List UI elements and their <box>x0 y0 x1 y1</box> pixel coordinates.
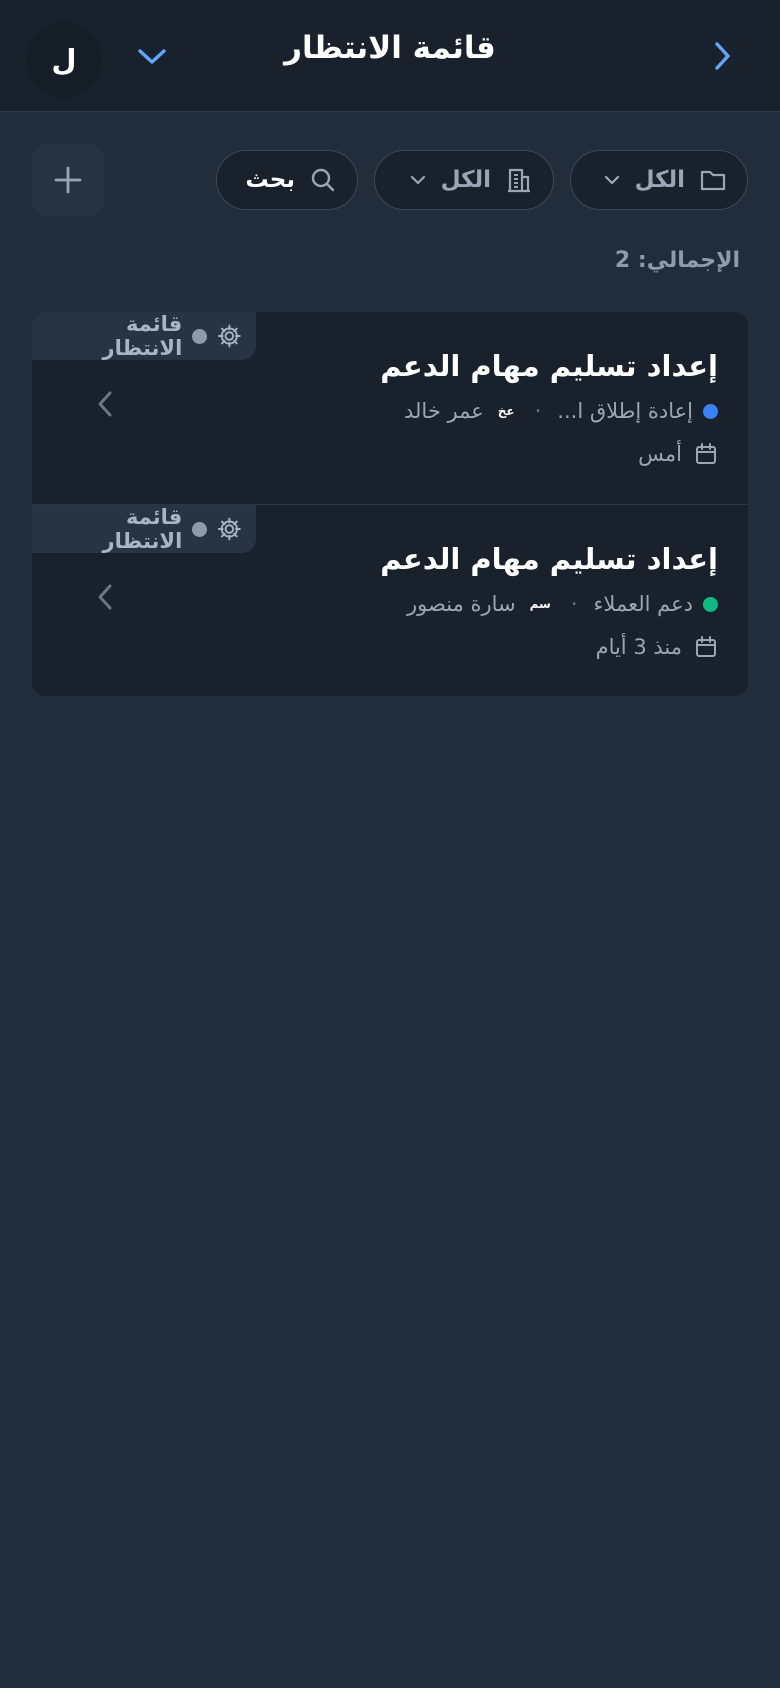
date-label: منذ 3 أيام <box>595 635 682 659</box>
gear-icon[interactable] <box>217 323 242 349</box>
gear-icon[interactable] <box>217 516 242 542</box>
building-icon <box>508 168 530 193</box>
chevron-down-icon <box>138 49 166 64</box>
status-dot <box>192 328 208 344</box>
project-name: إعادة إطلاق ا... <box>557 399 693 423</box>
task-meta: إعادة إطلاق ا... · عخ عمر خالد <box>404 399 718 423</box>
app-header: قائمة الانتظار ل <box>0 0 780 112</box>
task-list: قائمة الانتظار إعداد تسليم مهام الدعم إع… <box>32 312 748 696</box>
search-icon <box>311 168 335 192</box>
task-title: إعداد تسليم مهام الدعم <box>380 542 718 576</box>
building-filter-label: الكل <box>440 167 491 193</box>
folder-filter[interactable]: الكل <box>570 150 748 210</box>
status-badge: قائمة الانتظار <box>32 312 256 360</box>
date-label: أمس <box>638 442 682 466</box>
status-label: قائمة الانتظار <box>102 505 183 553</box>
folder-filter-label: الكل <box>634 167 685 193</box>
building-filter[interactable]: الكل <box>374 150 554 210</box>
status-label: قائمة الانتظار <box>102 312 183 360</box>
assignee-initials: عخ <box>497 404 515 418</box>
search-button[interactable]: بحث <box>216 150 358 210</box>
open-task-arrow[interactable] <box>90 384 120 424</box>
project-dot <box>703 596 718 612</box>
task-meta: دعم العملاء · سم سارة منصور <box>407 592 718 616</box>
open-task-arrow[interactable] <box>90 577 120 617</box>
chevron-left-icon <box>98 391 112 417</box>
calendar-icon <box>696 636 716 657</box>
chevron-left-icon <box>98 584 112 610</box>
task-date: منذ 3 أيام <box>596 635 718 659</box>
total-count: الإجمالي: 2 <box>614 248 740 273</box>
task-date: أمس <box>638 442 718 466</box>
status-dot <box>192 521 208 537</box>
folder-icon <box>700 170 726 191</box>
project-name: دعم العملاء <box>593 592 693 616</box>
user-avatar[interactable]: ل <box>26 22 102 98</box>
chevron-down-icon <box>604 175 619 185</box>
meta-separator: · <box>570 592 578 616</box>
add-task-button[interactable] <box>32 144 104 216</box>
chevron-down-icon <box>410 175 425 185</box>
task-title: إعداد تسليم مهام الدعم <box>380 349 718 383</box>
plus-icon <box>54 166 82 194</box>
view-switch-button[interactable] <box>132 36 172 76</box>
status-badge: قائمة الانتظار <box>32 505 256 553</box>
task-card[interactable]: قائمة الانتظار إعداد تسليم مهام الدعم دع… <box>32 504 748 696</box>
page-title: قائمة الانتظار <box>284 30 496 66</box>
assignee-initials: سم <box>529 597 551 611</box>
assignee-name: عمر خالد <box>404 399 484 423</box>
assignee-name: سارة منصور <box>407 592 516 616</box>
project-dot <box>703 403 718 419</box>
calendar-icon <box>696 443 716 464</box>
task-card[interactable]: قائمة الانتظار إعداد تسليم مهام الدعم إع… <box>32 312 748 504</box>
search-label: بحث <box>245 167 295 193</box>
meta-separator: · <box>534 399 542 423</box>
